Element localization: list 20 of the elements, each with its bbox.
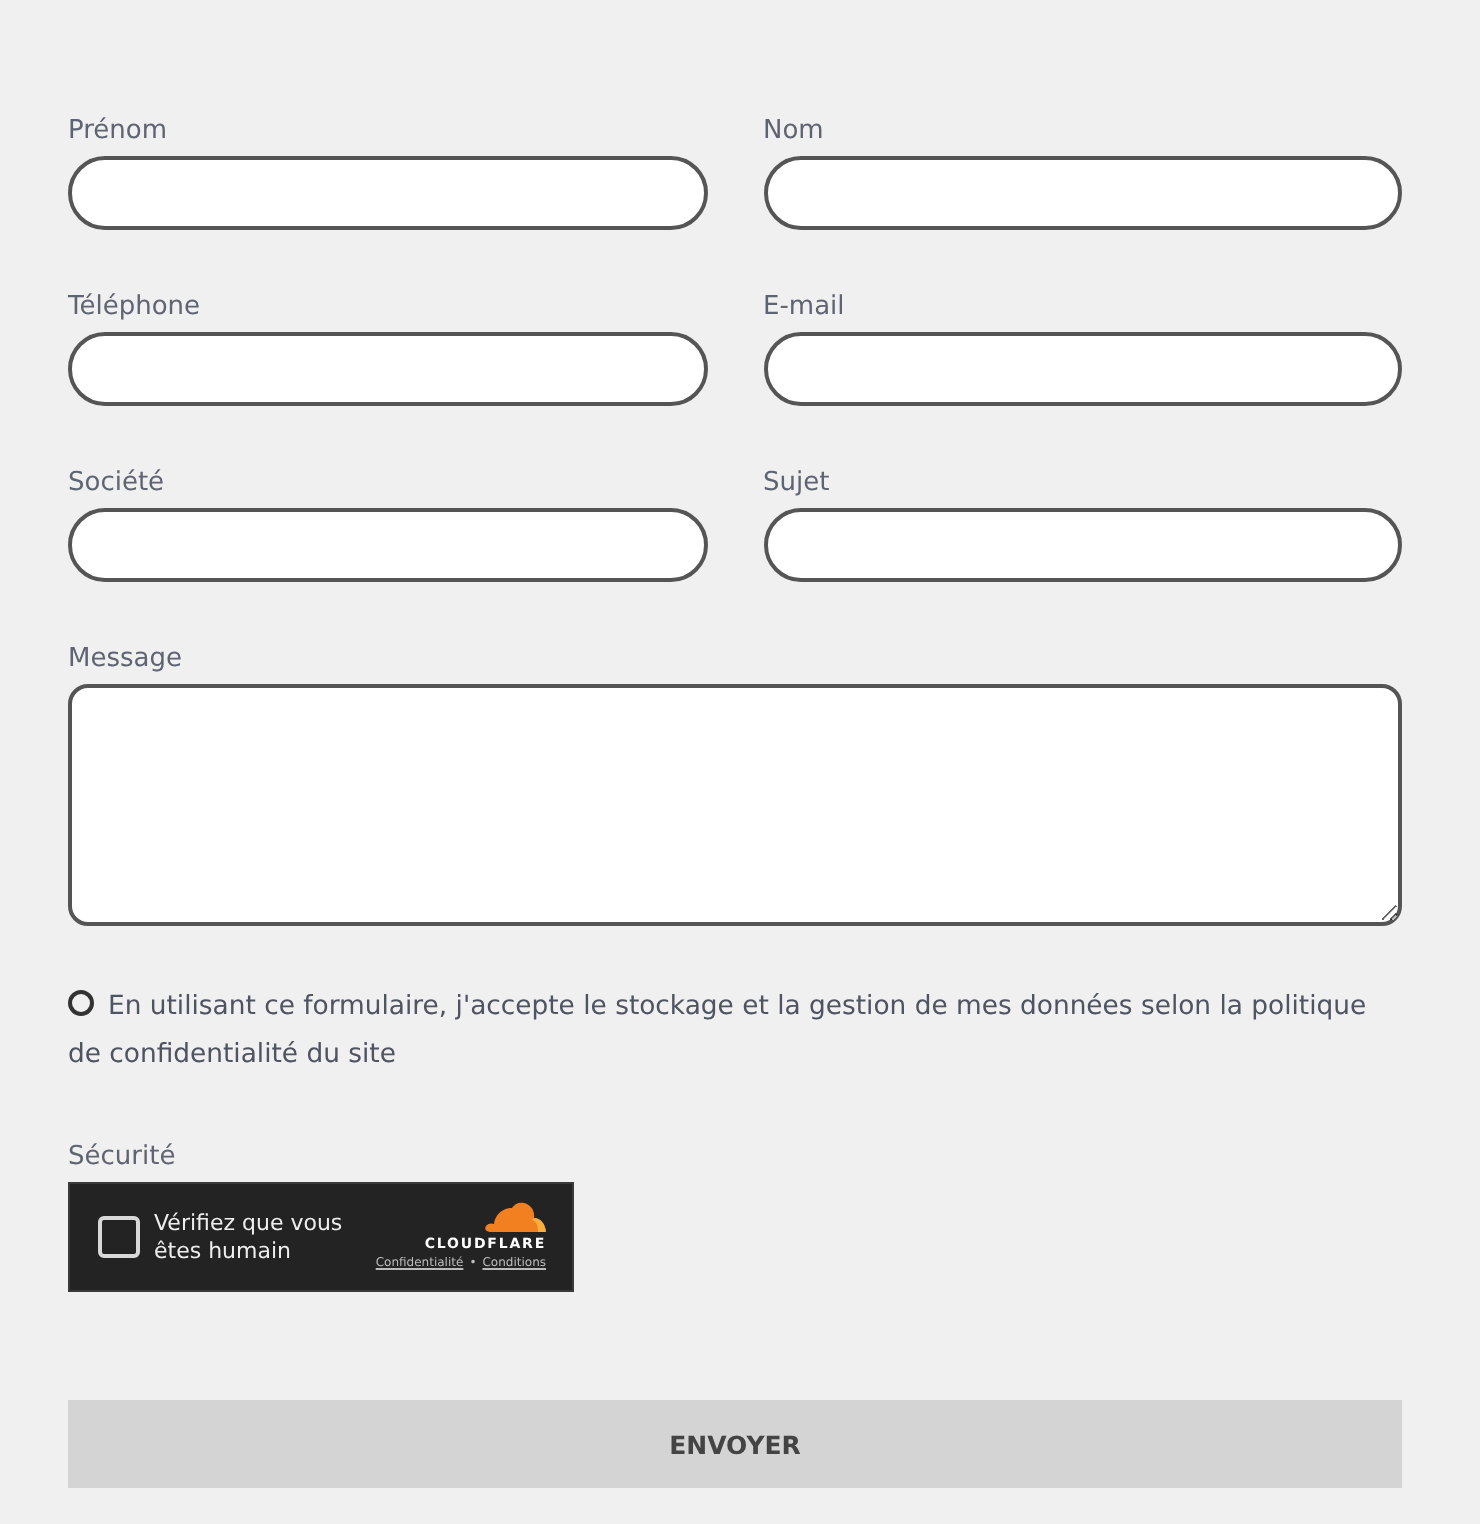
consent-radio-option[interactable]: En utilisant ce formulaire, j'accepte le stockage et la gestion de mes données selon la politique de confidentialité du site [68,984,1402,1080]
input-field[interactable] [763,332,1402,406]
field-label: Prénom [68,114,170,150]
field-label: Message [68,642,184,678]
input-field[interactable] [68,332,707,406]
field-label: E-mail [763,290,847,326]
message-field[interactable] [68,684,1402,926]
input-field[interactable] [763,156,1402,230]
field-label: Téléphone [68,290,203,326]
input-field[interactable] [68,156,707,230]
submit-button[interactable]: ENVOYER [68,1400,1402,1488]
field-label: Société [68,466,167,502]
captcha-prompt: Vérifiez que vous êtes humain [154,1209,345,1265]
input-field[interactable] [68,508,707,582]
cloud-icon [484,1202,546,1232]
field-label: Sécurité [68,1140,178,1176]
field-label: Nom [763,114,826,150]
captcha-checkbox[interactable] [98,1216,140,1258]
field-label: Sujet [763,466,832,502]
input-field[interactable] [763,508,1402,582]
